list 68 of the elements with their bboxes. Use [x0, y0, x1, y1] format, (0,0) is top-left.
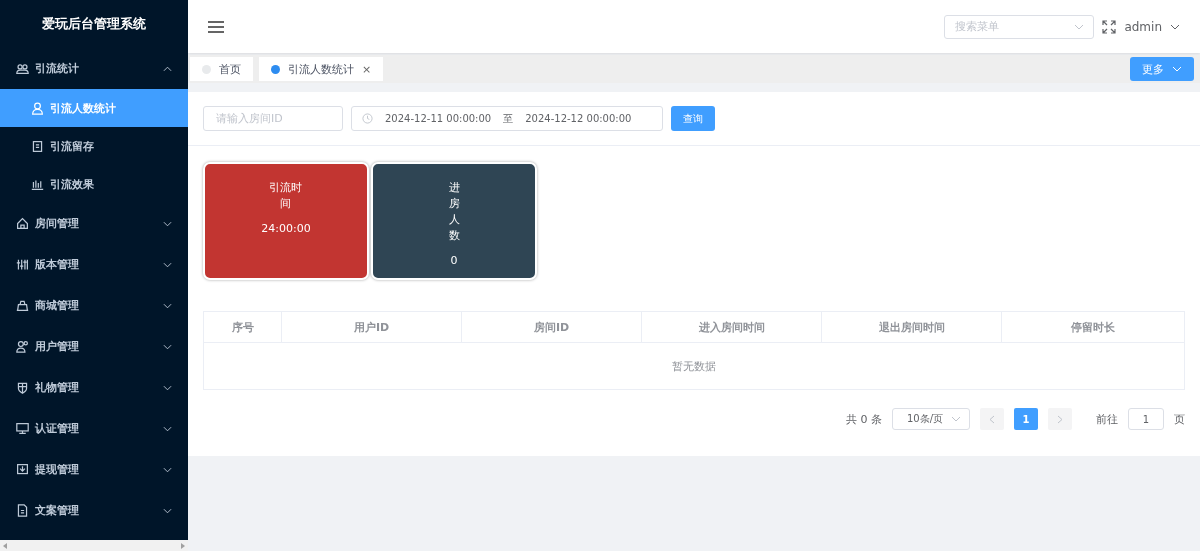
column-header: 序号: [204, 312, 282, 342]
menu-item[interactable]: 商城管理: [0, 285, 188, 326]
chevron-left-icon: [989, 414, 995, 424]
chevron-right-icon: [1057, 414, 1063, 424]
column-header: 用户ID: [282, 312, 462, 342]
chevron-down-icon: [163, 466, 172, 473]
users-icon: [16, 62, 29, 75]
chevron-down-icon: [163, 343, 172, 350]
stat-value: 24:00:00: [261, 221, 311, 235]
column-header: 房间ID: [462, 312, 642, 342]
user-icon: [31, 101, 44, 115]
chevron-down-icon: [163, 425, 172, 432]
sliders-icon: [16, 258, 29, 271]
column-header: 进入房间时间: [642, 312, 822, 342]
users-icon: [16, 340, 29, 353]
chevron-up-icon: [163, 65, 172, 72]
submenu-item[interactable]: 引流效果: [0, 165, 188, 203]
fullscreen-icon[interactable]: [1102, 19, 1117, 34]
bar-chart-icon: [31, 177, 44, 191]
goto-page-field[interactable]: 1: [1128, 408, 1164, 430]
menu-item[interactable]: 提现管理: [0, 449, 188, 490]
column-header: 退出房间时间: [822, 312, 1002, 342]
document-icon: [16, 504, 29, 517]
stat-label: 进房人数: [448, 180, 460, 244]
tab[interactable]: 首页: [190, 57, 253, 81]
menu-item[interactable]: 文案管理: [0, 490, 188, 531]
scroll-right-icon[interactable]: [180, 542, 185, 549]
shop-icon: [16, 299, 29, 312]
chevron-down-icon: [1172, 66, 1182, 72]
home-icon: [16, 217, 29, 230]
chevron-down-icon: [163, 220, 172, 227]
chevron-down-icon: [951, 416, 961, 422]
chevron-down-icon: [163, 507, 172, 514]
tab[interactable]: 引流人数统计 ×: [259, 57, 384, 81]
menu-item[interactable]: 认证管理: [0, 408, 188, 449]
scrollbar[interactable]: [0, 540, 188, 551]
page-size-select[interactable]: 10条/页: [892, 408, 970, 430]
clock-icon: [362, 113, 373, 124]
menu-item[interactable]: 房间管理: [0, 203, 188, 244]
monitor-icon: [16, 422, 29, 435]
goto-label: 前往: [1096, 411, 1118, 427]
stat-value: 0: [450, 253, 458, 267]
date-range-field[interactable]: 2024-12-11 00:00:00 至 2024-12-12 00:00:00: [351, 106, 663, 131]
app-title: 爱玩后台管理系统: [41, 15, 147, 33]
submenu-item[interactable]: 引流留存: [0, 127, 188, 165]
scroll-left-icon[interactable]: [3, 542, 8, 549]
menu-item[interactable]: 用户管理: [0, 326, 188, 367]
total-count: 共 0 条: [846, 411, 882, 427]
chevron-down-icon: [163, 261, 172, 268]
empty-text: 暂无数据: [672, 358, 716, 374]
chevron-down-icon: [1074, 23, 1085, 30]
page-label: 页: [1174, 411, 1185, 427]
column-header: 停留时长: [1070, 319, 1116, 336]
chevron-down-icon: [163, 302, 172, 309]
menu-item[interactable]: 礼物管理: [0, 367, 188, 408]
stat-label: 引流时间: [268, 180, 304, 212]
search-field[interactable]: 搜索菜单: [944, 14, 1095, 39]
status-dot: [271, 64, 280, 74]
user-menu[interactable]: admin: [1124, 19, 1180, 34]
menu-item[interactable]: 版本管理: [0, 244, 188, 285]
shield-icon: [16, 381, 29, 394]
menu-item[interactable]: 引流统计: [0, 48, 188, 89]
menu-icon[interactable]: [208, 19, 224, 34]
chevron-down-icon: [1170, 23, 1180, 30]
clipboard-icon: [31, 139, 44, 153]
download-icon: [16, 463, 29, 476]
close-icon[interactable]: ×: [362, 62, 372, 76]
chevron-down-icon: [163, 384, 172, 391]
